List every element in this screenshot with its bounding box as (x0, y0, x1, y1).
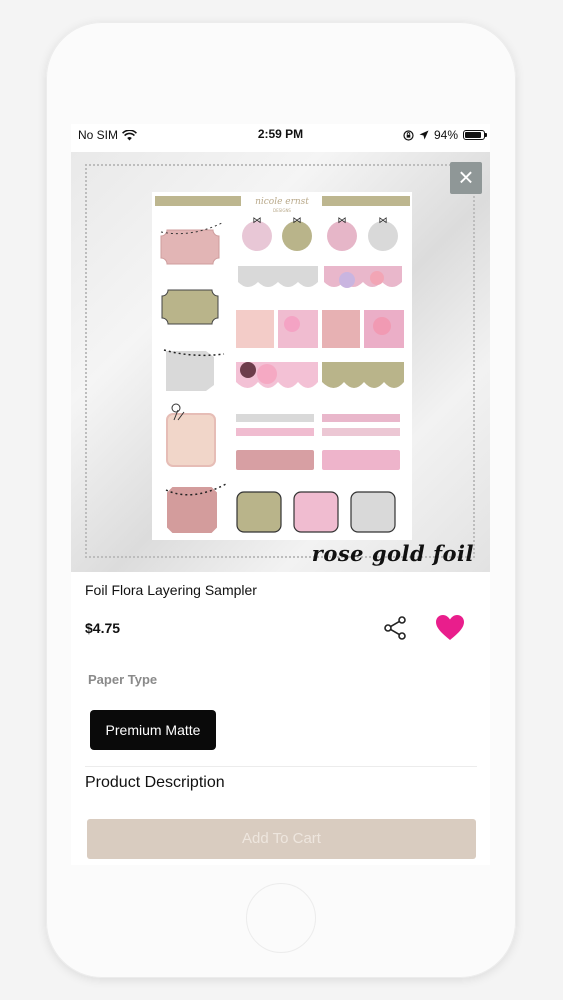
product-title: Foil Flora Layering Sampler (85, 582, 257, 598)
image-caption: rose gold foil (311, 541, 474, 566)
svg-text:⋈: ⋈ (338, 215, 347, 225)
status-right: 94% (403, 128, 487, 142)
svg-text:DESIGNS: DESIGNS (273, 208, 291, 213)
close-icon: × (458, 162, 474, 192)
battery-percent: 94% (433, 128, 458, 142)
sticker-sheet: nicole ernst DESIGNS ⋈ ⋈ ⋈ ⋈ (152, 192, 412, 540)
divider (85, 766, 477, 767)
product-price: $4.75 (85, 620, 121, 636)
heart-icon[interactable] (435, 614, 465, 642)
svg-text:⋈: ⋈ (253, 215, 262, 225)
close-button[interactable]: × (450, 162, 482, 194)
svg-text:⋈: ⋈ (379, 215, 388, 225)
paper-type-option[interactable]: Premium Matte (90, 710, 216, 750)
add-to-cart-button[interactable]: Add To Cart (87, 819, 476, 859)
location-arrow-icon (419, 130, 429, 140)
product-description-heading[interactable]: Product Description (85, 774, 225, 792)
product-image: nicole ernst DESIGNS ⋈ ⋈ ⋈ ⋈ × rose gold… (71, 152, 490, 572)
home-button[interactable] (246, 883, 316, 953)
app-screen: No SIM 2:59 PM 94% nicole ernst DESIGNS … (71, 124, 490, 865)
share-icon[interactable] (382, 615, 408, 641)
option-label: Paper Type (88, 672, 158, 687)
status-bar: No SIM 2:59 PM 94% (71, 124, 490, 148)
battery-icon (463, 130, 487, 140)
svg-text:⋈: ⋈ (293, 215, 302, 225)
sticker-sheet-illustration: nicole ernst DESIGNS ⋈ ⋈ ⋈ ⋈ (155, 196, 410, 535)
brand-text: nicole ernst (255, 197, 309, 207)
orientation-lock-icon (403, 129, 414, 141)
